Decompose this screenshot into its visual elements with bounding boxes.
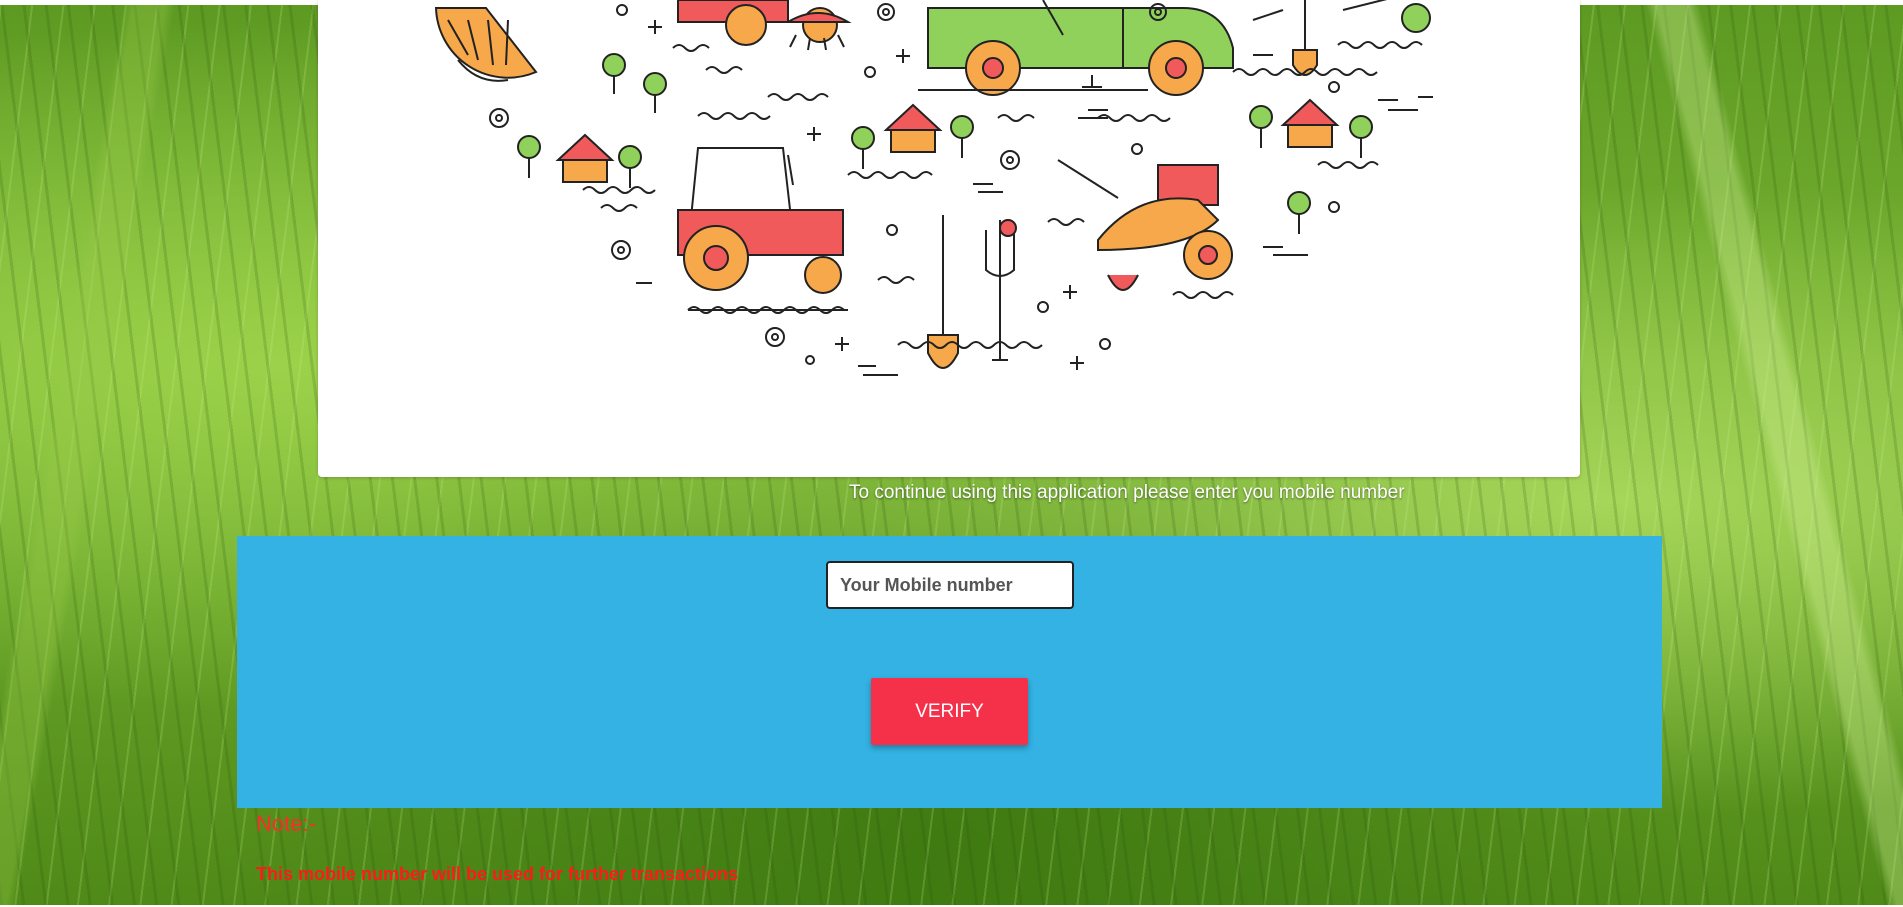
tree-icons <box>517 53 1373 234</box>
tiller-icon <box>1057 159 1233 291</box>
verify-button[interactable]: VERIFY <box>871 678 1028 745</box>
house-icons <box>555 98 1340 183</box>
shovel-icon <box>1292 0 1431 76</box>
hero-illustration-card <box>318 0 1580 477</box>
verification-form-panel: VERIFY <box>237 536 1662 808</box>
garden-tools-icon <box>927 215 1017 369</box>
note-text: This mobile number will be used for furt… <box>256 864 739 884</box>
instruction-text: To continue using this application pleas… <box>849 482 1405 503</box>
note-label: Note:- <box>256 811 316 836</box>
green-truck-icon <box>918 0 1234 96</box>
red-tractor-icon <box>677 147 848 311</box>
red-harvester-icon <box>677 0 852 51</box>
mobile-number-input[interactable] <box>826 561 1074 609</box>
farm-equipment-illustration <box>434 0 1433 376</box>
wheel-fragment-icon <box>434 7 538 82</box>
